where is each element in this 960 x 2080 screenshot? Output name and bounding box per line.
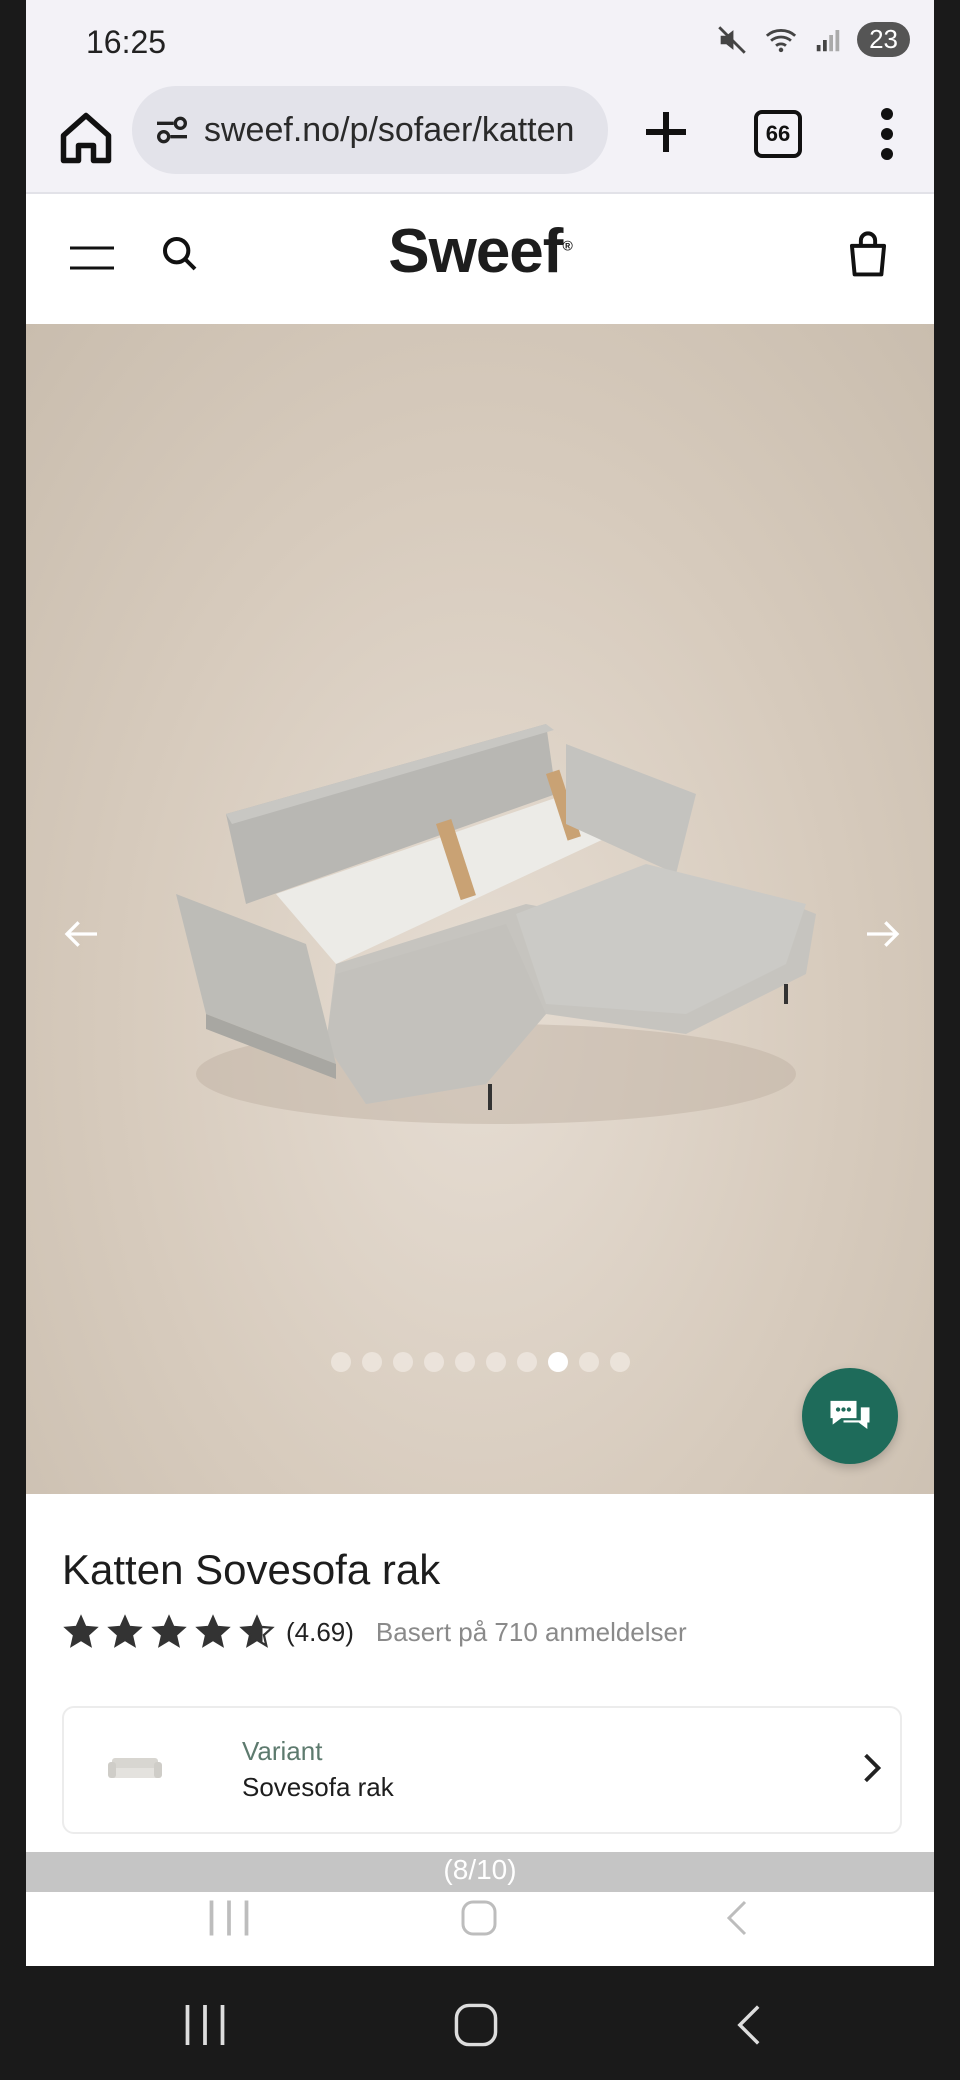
back-icon[interactable] [724, 2002, 774, 2048]
sofa-bed-image [176, 724, 816, 1124]
gallery-dot[interactable] [392, 1352, 413, 1372]
star-icon [107, 1614, 143, 1648]
tabs-button[interactable]: 66 [754, 110, 802, 158]
ghost-recents-icon [209, 1900, 249, 1936]
logo-text: Sweef [388, 217, 563, 286]
star-icon [239, 1614, 275, 1648]
system-nav-bar [0, 1966, 960, 2080]
logo-mark: ® [562, 237, 572, 254]
status-bar: 16:25 23 [26, 0, 934, 84]
product-rating[interactable]: (4.69) Basert på 710 anmeldelser [62, 1614, 687, 1650]
site-header: Sweef® [26, 194, 934, 324]
gallery-dot[interactable] [516, 1352, 537, 1372]
site-logo[interactable]: Sweef® [26, 216, 934, 287]
home-nav-icon[interactable] [451, 2002, 501, 2048]
variant-value: Sovesofa rak [242, 1772, 394, 1802]
url-text: sweef.no/p/sofaer/katten [204, 110, 575, 149]
gallery-dot[interactable] [361, 1352, 382, 1372]
recents-icon[interactable] [180, 2002, 230, 2048]
home-icon[interactable] [56, 108, 116, 168]
ghost-back-icon [726, 1900, 747, 1936]
status-time: 16:25 [86, 24, 167, 60]
rating-stars [62, 1614, 276, 1650]
review-count[interactable]: Basert på 710 anmeldelser [376, 1617, 687, 1648]
signal-icon [816, 29, 840, 51]
chat-icon [830, 1400, 870, 1429]
url-bar[interactable]: sweef.no/p/sofaer/katten [132, 86, 608, 174]
site-settings-icon[interactable] [152, 110, 192, 150]
gallery-dot[interactable] [485, 1352, 506, 1372]
variant-thumbnail [108, 1758, 162, 1778]
plus-icon[interactable] [636, 102, 696, 162]
gallery-counter: (8/10) [443, 1854, 517, 1885]
mute-icon [718, 25, 746, 54]
phone-screen: 16:25 23 sweef.no/p/sofaer/katten 66 Swe… [26, 0, 934, 1966]
arrow-right-icon[interactable] [862, 914, 902, 954]
product-title: Katten Sovesofa rak [62, 1546, 441, 1593]
arrow-left-icon[interactable] [62, 914, 102, 954]
more-vert-icon[interactable] [872, 104, 902, 164]
bag-icon[interactable] [846, 228, 890, 278]
chevron-right-icon [864, 1753, 882, 1783]
chat-button[interactable] [802, 1368, 898, 1464]
ghost-home-icon [461, 1900, 497, 1936]
gallery-dot[interactable] [423, 1352, 444, 1372]
star-icon [151, 1614, 187, 1648]
star-icon [63, 1614, 99, 1648]
gallery-dot[interactable] [330, 1352, 351, 1372]
rating-score: (4.69) [286, 1616, 354, 1647]
gallery-dot[interactable] [454, 1352, 475, 1372]
gallery-dot[interactable] [578, 1352, 599, 1372]
battery-badge: 23 [857, 22, 910, 57]
variant-label: Variant [242, 1736, 323, 1766]
gallery-dot[interactable] [609, 1352, 630, 1372]
status-icons: 23 [715, 22, 910, 57]
gallery-dots [26, 1352, 934, 1372]
variant-selector[interactable]: Variant Sovesofa rak [62, 1706, 902, 1834]
wifi-icon [765, 28, 797, 52]
browser-toolbar: sweef.no/p/sofaer/katten 66 [26, 84, 934, 194]
gallery-dot[interactable] [547, 1352, 568, 1372]
product-image-gallery[interactable] [26, 324, 934, 1494]
gallery-counter-bar: (8/10) [26, 1852, 934, 1892]
star-icon [195, 1614, 231, 1648]
